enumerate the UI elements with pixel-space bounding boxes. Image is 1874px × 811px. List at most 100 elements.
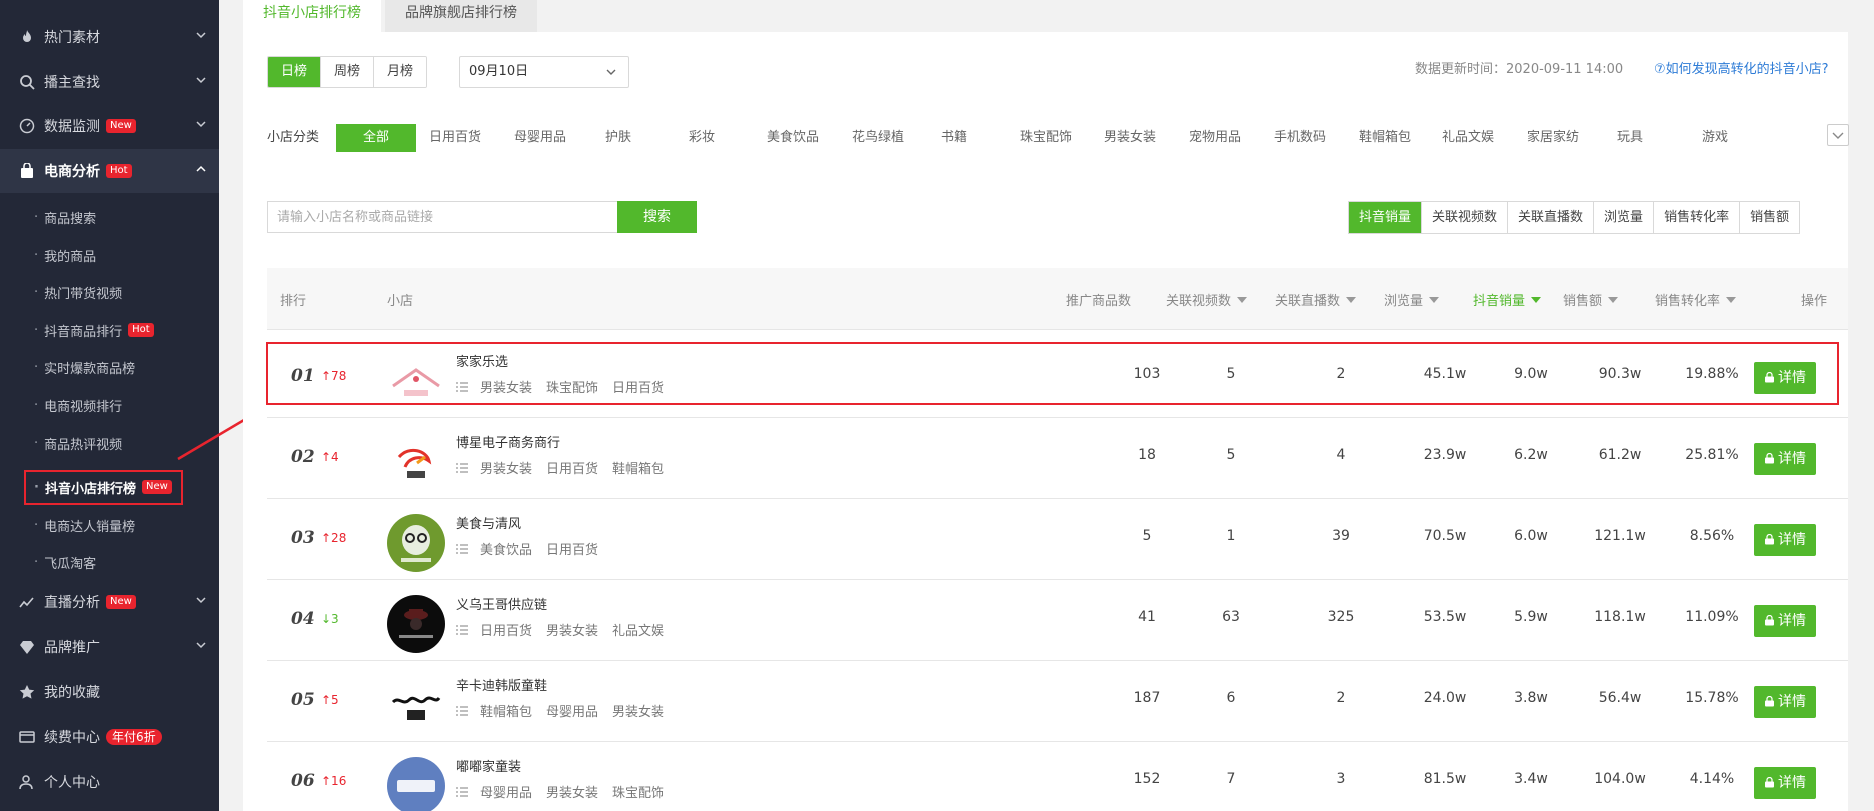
list-icon (456, 543, 468, 554)
th-douyin-sales[interactable]: 抖音销量 (1473, 290, 1542, 309)
category-item[interactable]: 游戏 (1680, 124, 1750, 152)
category-label: 小店分类 (267, 130, 320, 145)
cell-views: 23.9w (1423, 447, 1467, 463)
shop-logo[interactable] (387, 757, 445, 811)
sub-feigua-taoke[interactable]: 飞瓜淘客 (0, 543, 219, 581)
sub-influencer-rank[interactable]: 电商达人销量榜 (0, 506, 219, 544)
sub-product-rank[interactable]: 抖音商品排行 Hot (0, 311, 219, 349)
search-input[interactable] (267, 201, 617, 233)
category-item[interactable]: 护肤 (583, 124, 653, 152)
nav-renewal-center[interactable]: 续费中心 年付6折 (0, 715, 219, 759)
nav-hot-material[interactable]: 热门素材 (0, 15, 219, 59)
detail-button[interactable]: 详情 (1754, 605, 1816, 637)
shop-name[interactable]: 义乌王哥供应链 (456, 594, 547, 613)
detail-button[interactable]: 详情 (1754, 686, 1816, 718)
detail-button[interactable]: 详情 (1754, 767, 1816, 799)
cell-sales: 3.8w (1514, 690, 1548, 706)
shop-tag: 男装女装 (612, 705, 665, 720)
cell-revenue: 56.4w (1598, 690, 1642, 706)
category-item[interactable]: 彩妆 (667, 124, 737, 152)
nav-favorites[interactable]: 我的收藏 (0, 670, 219, 714)
rank-number: 05 (291, 690, 315, 710)
cell-sales: 5.9w (1514, 609, 1548, 625)
update-time: 数据更新时间：2020-09-11 14:00 (1415, 62, 1624, 77)
user-icon (18, 773, 36, 791)
category-item[interactable]: 日用百货 (413, 124, 497, 152)
nav-brand-promo[interactable]: 品牌推广 (0, 625, 219, 669)
lock-icon (1765, 776, 1774, 788)
shop-logo[interactable] (387, 514, 445, 572)
th-conversion[interactable]: 销售转化率 (1655, 290, 1737, 309)
shop-name[interactable]: 辛卡迪韩版童鞋 (456, 675, 547, 694)
shop-tags: 鞋帽箱包 母婴用品 男装女装 (456, 701, 678, 720)
category-item[interactable]: 家居家纺 (1511, 124, 1595, 152)
nav-streamer-search[interactable]: 播主查找 (0, 60, 219, 104)
shop-logo[interactable] (387, 595, 445, 653)
cell-views: 24.0w (1423, 690, 1467, 706)
nav-live-analysis[interactable]: 直播分析 New (0, 580, 219, 624)
expand-categories-button[interactable] (1827, 124, 1849, 146)
shop-logo[interactable] (387, 433, 445, 491)
sub-product-search[interactable]: 商品搜索 (0, 198, 219, 236)
detail-button[interactable]: 详情 (1754, 443, 1816, 475)
sub-label: 抖音商品排行 (44, 324, 123, 340)
sort-views[interactable]: 浏览量 (1594, 202, 1655, 233)
shop-name[interactable]: 美食与清风 (456, 513, 521, 532)
nav-label: 数据监测 (44, 119, 100, 135)
th-rank: 排行 (280, 294, 307, 309)
category-all[interactable]: 全部 (336, 124, 416, 152)
sub-realtime-hot[interactable]: 实时爆款商品榜 (0, 348, 219, 386)
category-item[interactable]: 手机数码 (1258, 124, 1342, 152)
sort-douyin-sales[interactable]: 抖音销量 (1349, 202, 1423, 233)
search-button[interactable]: 搜索 (617, 201, 697, 233)
nav-ecommerce-analysis[interactable]: 电商分析 Hot (0, 149, 219, 193)
category-item[interactable]: 玩具 (1595, 124, 1665, 152)
shop-tag: 鞋帽箱包 (480, 705, 533, 720)
category-item[interactable]: 书籍 (919, 124, 989, 152)
sort-live-count[interactable]: 关联直播数 (1508, 202, 1595, 233)
cell-lives: 325 (1327, 609, 1355, 625)
period-monthly[interactable]: 月榜 (374, 57, 427, 87)
nav-label: 品牌推广 (44, 640, 100, 656)
cell-views: 81.5w (1423, 771, 1467, 787)
shop-name[interactable]: 嘟嘟家童装 (456, 756, 521, 775)
sort-video-count[interactable]: 关联视频数 (1422, 202, 1509, 233)
th-views[interactable]: 浏览量 (1384, 290, 1440, 309)
category-item[interactable]: 珠宝配饰 (1004, 124, 1088, 152)
lock-icon (1765, 533, 1774, 545)
shop-name[interactable]: 博星电子商务商行 (456, 432, 560, 451)
sort-conversion[interactable]: 销售转化率 (1654, 202, 1741, 233)
category-item[interactable]: 鞋帽箱包 (1343, 124, 1427, 152)
cell-sales: 3.4w (1514, 771, 1548, 787)
tab-brand-rank[interactable]: 品牌旗舰店排行榜 (385, 0, 537, 32)
category-item[interactable]: 母婴用品 (498, 124, 582, 152)
trend-icon (18, 593, 36, 611)
category-item[interactable]: 美食饮品 (751, 124, 835, 152)
category-item[interactable]: 礼品文娱 (1426, 124, 1510, 152)
sub-label: 商品热评视频 (44, 437, 123, 453)
list-icon (456, 705, 468, 716)
period-switch: 日榜 周榜 月榜 (267, 56, 428, 88)
th-lives[interactable]: 关联直播数 (1275, 290, 1357, 309)
date-select[interactable]: 09月10日 (459, 56, 629, 88)
category-item[interactable]: 男装女装 (1088, 124, 1172, 152)
detail-button[interactable]: 详情 (1754, 524, 1816, 556)
help-link[interactable]: ⑦如何发现高转化的抖音小店? (1654, 58, 1829, 77)
nav-personal-center[interactable]: 个人中心 (0, 760, 219, 804)
cell-revenue: 104.0w (1594, 771, 1646, 787)
th-videos[interactable]: 关联视频数 (1166, 290, 1248, 309)
rank-change: ↑4 (321, 450, 339, 464)
category-item[interactable]: 宠物用品 (1173, 124, 1257, 152)
period-daily[interactable]: 日榜 (268, 57, 322, 87)
sub-my-products[interactable]: 我的商品 (0, 236, 219, 274)
period-weekly[interactable]: 周榜 (321, 57, 375, 87)
nav-data-monitor[interactable]: 数据监测 New (0, 104, 219, 148)
sort-revenue[interactable]: 销售额 (1740, 202, 1799, 233)
sort-caret-icon (1608, 297, 1619, 303)
th-revenue[interactable]: 销售额 (1563, 290, 1619, 309)
chevron-down-icon (606, 69, 616, 75)
sub-hot-videos[interactable]: 热门带货视频 (0, 273, 219, 311)
shop-logo[interactable] (387, 676, 445, 734)
category-item[interactable]: 花鸟绿植 (836, 124, 920, 152)
tab-shop-rank[interactable]: 抖音小店排行榜 (243, 0, 381, 32)
